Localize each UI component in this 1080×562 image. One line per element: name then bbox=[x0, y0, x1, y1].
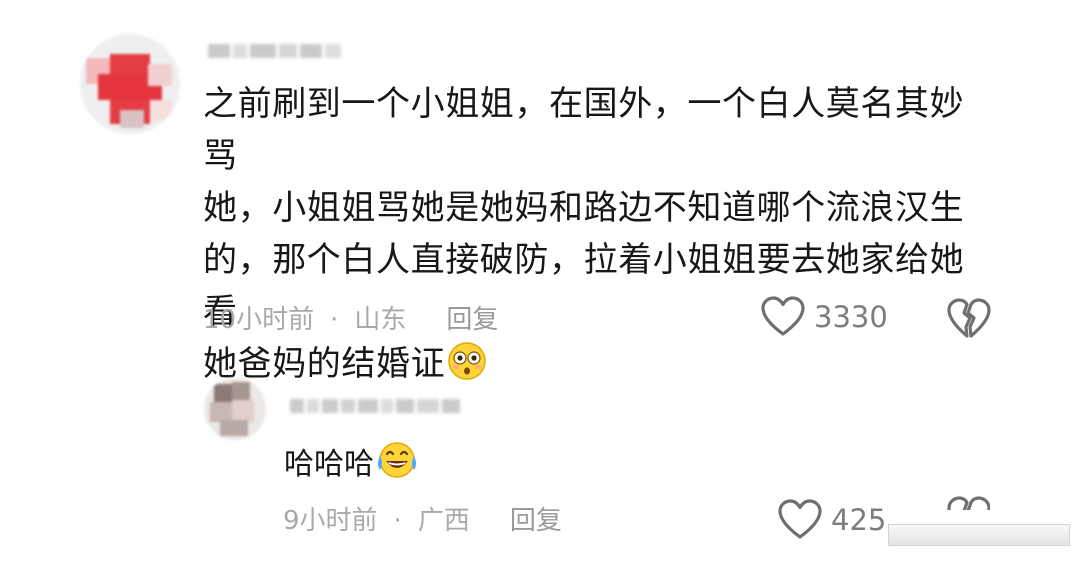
broken-heart-icon bbox=[947, 496, 990, 510]
comment-thread: 之前刷到一个小姐姐，在国外，一个白人莫名其妙骂 她，小姐姐骂她是她妈和路边不知道… bbox=[0, 0, 1080, 562]
like-count: 3330 bbox=[814, 300, 888, 334]
reply-meta: 9小时前 · 广西 回复 bbox=[283, 503, 562, 539]
username[interactable] bbox=[290, 399, 463, 413]
tears-of-joy-emoji bbox=[376, 440, 418, 495]
dislike-button[interactable] bbox=[946, 496, 990, 510]
like-count: 425 bbox=[831, 503, 887, 537]
location: 广西 bbox=[417, 506, 470, 536]
reply-body: 哈哈哈 bbox=[284, 440, 418, 495]
username[interactable] bbox=[208, 44, 344, 58]
timestamp: 9小时前 bbox=[283, 506, 378, 536]
reply-button[interactable]: 回复 bbox=[510, 506, 562, 536]
dislike-button[interactable] bbox=[946, 298, 992, 344]
avatar[interactable] bbox=[80, 34, 180, 134]
timestamp: 10小时前 bbox=[203, 305, 315, 335]
avatar[interactable] bbox=[204, 378, 266, 440]
location: 山东 bbox=[354, 305, 407, 335]
heart-outline-icon bbox=[761, 296, 805, 336]
like-button[interactable]: 425 bbox=[777, 499, 886, 541]
reply-button[interactable]: 回复 bbox=[446, 305, 498, 335]
comment-line: 之前刷到一个小姐姐，在国外，一个白人莫名其妙骂 bbox=[203, 84, 965, 176]
overlay-bar bbox=[888, 524, 1070, 546]
separator-dot: · bbox=[393, 506, 402, 536]
comment-body: 之前刷到一个小姐姐，在国外，一个白人莫名其妙骂 她，小姐姐骂她是她妈和路边不知道… bbox=[203, 78, 993, 396]
flushed-face-emoji bbox=[447, 341, 487, 396]
like-button[interactable]: 3330 bbox=[760, 296, 888, 338]
broken-heart-icon bbox=[947, 298, 991, 338]
reply-line: 哈哈哈 bbox=[284, 447, 374, 482]
comment-line: 她，小姐姐骂她是她妈和路边不知道哪个流浪汉生 bbox=[203, 188, 965, 228]
separator-dot: · bbox=[330, 305, 339, 335]
heart-outline-icon bbox=[778, 499, 822, 539]
comment-meta: 10小时前 · 山东 回复 bbox=[203, 302, 498, 338]
